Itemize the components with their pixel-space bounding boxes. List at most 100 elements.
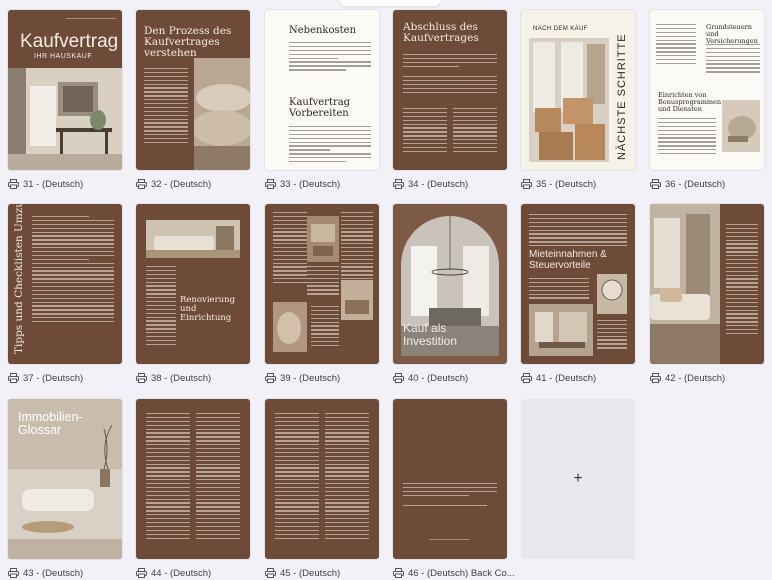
round-mirror-photo — [597, 274, 627, 314]
text-lines — [403, 108, 447, 155]
dining-room-photo — [529, 304, 593, 356]
printer-icon — [136, 179, 147, 189]
page-title: Mieteinnahmen & Steuervorteile — [529, 249, 607, 271]
text-lines — [289, 42, 371, 73]
printer-icon — [650, 179, 661, 189]
printer-icon — [650, 373, 661, 383]
page-caption: 44 - (Deutsch) — [136, 566, 211, 580]
text-lines — [429, 539, 469, 543]
page-label: 35 - (Deutsch) — [536, 178, 597, 190]
page-label: 36 - (Deutsch) — [665, 178, 726, 190]
page-label: 44 - (Deutsch) — [151, 567, 212, 579]
page-preview[interactable] — [650, 204, 764, 364]
text-lines — [706, 44, 760, 75]
page-preview[interactable]: Tipps und Checklisten Umzug — [8, 204, 122, 364]
text-lines — [307, 266, 339, 297]
page-preview[interactable] — [393, 399, 507, 559]
text-lines — [275, 413, 319, 541]
printer-icon — [393, 568, 404, 578]
page-title: Nebenkosten — [289, 25, 357, 36]
printer-icon — [265, 179, 276, 189]
text-lines — [66, 18, 116, 22]
page-caption: 36 - (Deutsch) — [650, 177, 725, 191]
page-preview[interactable]: NACH DEM KAUF NÄCHSTE SCHRITTE — [521, 10, 635, 170]
page-preview[interactable]: Kauf als Investition — [393, 204, 507, 364]
page-title: Abschluss des Kaufvertrages — [403, 21, 479, 45]
printer-icon — [521, 179, 532, 189]
text-lines — [656, 24, 696, 67]
page-caption: 37 - (Deutsch) — [8, 371, 83, 385]
page-title: NÄCHSTE SCHRITTE — [616, 33, 628, 160]
text-lines — [146, 266, 176, 348]
text-lines — [403, 505, 487, 509]
page-label: 38 - (Deutsch) — [151, 372, 212, 384]
page-preview[interactable]: Immobilien-Glossar — [8, 399, 122, 559]
page-caption: 34 - (Deutsch) — [393, 177, 468, 191]
page-title: Tipps und Checklisten Umzug — [13, 204, 25, 354]
page-label: 33 - (Deutsch) — [280, 178, 341, 190]
page-preview[interactable]: Renovierung und Einrichtung — [136, 204, 250, 364]
text-lines — [325, 413, 369, 541]
text-lines — [403, 76, 497, 95]
page-preview[interactable]: Abschluss des Kaufvertrages — [393, 10, 507, 170]
page-caption: 35 - (Deutsch) — [521, 177, 596, 191]
page-label: 41 - (Deutsch) — [536, 372, 597, 384]
page-label: 31 - (Deutsch) — [23, 178, 84, 190]
kitchen-photo — [341, 280, 373, 320]
text-lines — [726, 224, 758, 337]
page-preview[interactable] — [265, 204, 379, 364]
text-lines — [403, 483, 497, 499]
text-lines — [289, 126, 371, 165]
page-preview[interactable]: Kaufvertrag IHR HAUSKAUF — [8, 10, 122, 170]
text-lines — [273, 212, 307, 286]
page-label: 43 - (Deutsch) — [23, 567, 84, 579]
page-title: Immobilien-Glossar — [18, 410, 83, 438]
sofa-room-photo — [650, 204, 720, 364]
page-label: 42 - (Deutsch) — [665, 372, 726, 384]
page-label: 40 - (Deutsch) — [408, 372, 469, 384]
page-caption: 42 - (Deutsch) — [650, 371, 725, 385]
text-lines — [529, 214, 627, 249]
text-lines — [146, 413, 190, 541]
text-lines — [144, 68, 188, 146]
page-preview[interactable]: Mieteinnahmen & Steuervorteile — [521, 204, 635, 364]
page-preview[interactable]: Grundsteuern und Versicherungen Einricht… — [650, 10, 764, 170]
page-title: Renovierung und Einrichtung — [180, 295, 236, 323]
page-title: Grundsteuern und Versicherungen — [706, 23, 758, 45]
living-room-photo — [146, 220, 240, 258]
page-caption: 45 - (Deutsch) — [265, 566, 340, 580]
page-grid: Kaufvertrag IHR HAUSKAUF 31 - (Deutsch) … — [0, 0, 772, 579]
page-subtitle: IHR HAUSKAUF — [34, 53, 93, 60]
plus-icon: + — [573, 470, 583, 487]
text-lines — [311, 306, 339, 349]
text-lines — [341, 212, 373, 282]
add-page-button[interactable]: + — [521, 399, 635, 559]
page-label: 39 - (Deutsch) — [280, 372, 341, 384]
page-preview[interactable] — [136, 399, 250, 559]
page-subtitle: Einrichten von Bonusprogrammen und Diens… — [658, 91, 722, 113]
page-caption: 32 - (Deutsch) — [136, 177, 211, 191]
page-caption: 39 - (Deutsch) — [265, 371, 340, 385]
text-lines — [32, 216, 114, 325]
printer-icon — [8, 568, 19, 578]
page-caption: 38 - (Deutsch) — [136, 371, 211, 385]
printer-icon — [136, 373, 147, 383]
page-subtitle: NACH DEM KAUF — [533, 26, 588, 32]
page-preview[interactable] — [265, 399, 379, 559]
page-label: 37 - (Deutsch) — [23, 372, 84, 384]
text-lines — [403, 54, 497, 70]
page-title: Kaufvertrag — [20, 31, 119, 52]
moving-boxes-photo — [529, 38, 609, 162]
page-title: Kauf als Investition — [403, 321, 458, 348]
text-lines — [453, 108, 497, 155]
page-preview[interactable]: Den Prozess des Kaufvertrages verstehen — [136, 10, 250, 170]
page-caption: 41 - (Deutsch) — [521, 371, 596, 385]
page-caption: 46 - (Deutsch) Back Co... — [393, 566, 515, 580]
page-preview[interactable]: Nebenkosten Kaufvertrag Vorbereiten — [265, 10, 379, 170]
printer-icon — [136, 568, 147, 578]
text-lines — [196, 413, 240, 541]
hallway-photo — [8, 68, 122, 170]
text-lines — [597, 320, 627, 351]
page-caption: 43 - (Deutsch) — [8, 566, 83, 580]
printer-icon — [8, 373, 19, 383]
